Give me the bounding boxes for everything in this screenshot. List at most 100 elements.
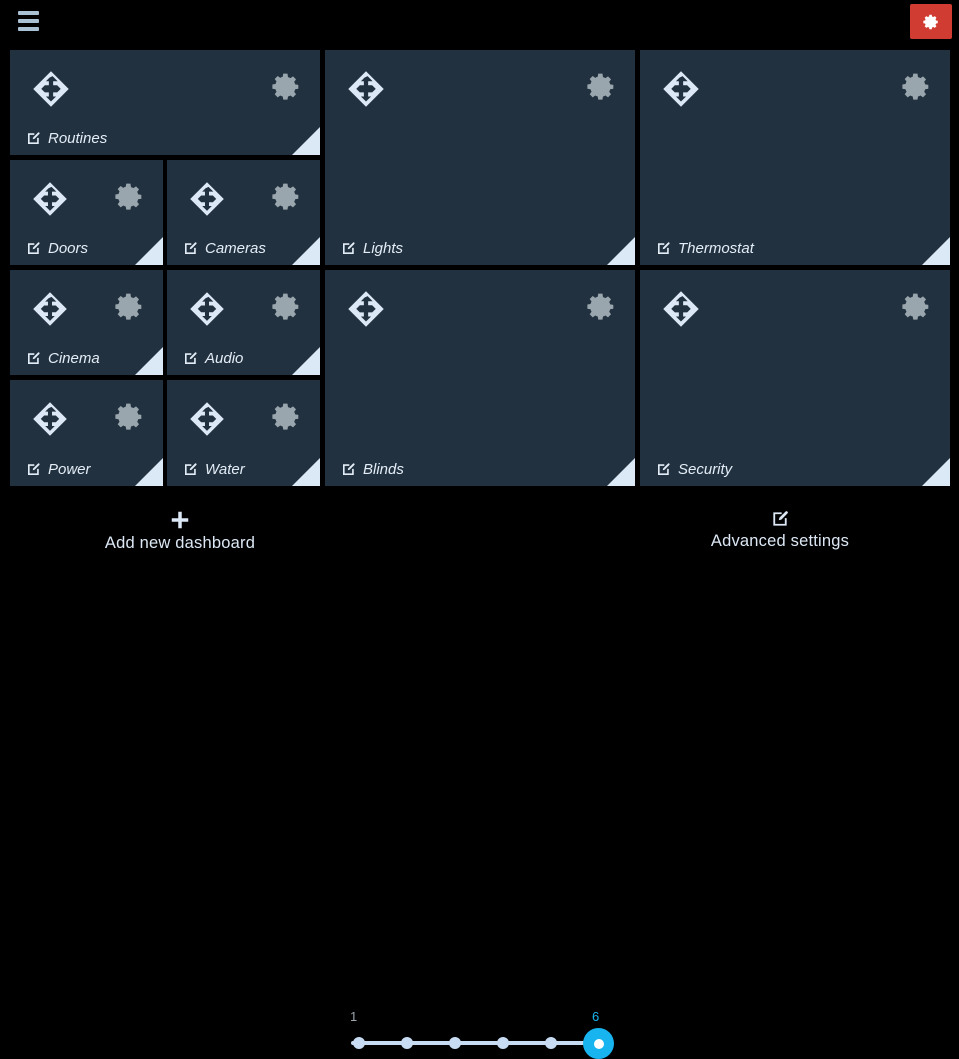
pen-to-square-icon <box>658 463 670 475</box>
tile-resize-handle[interactable] <box>292 127 320 155</box>
gear-icon <box>272 73 299 100</box>
global-settings-button[interactable] <box>910 4 952 39</box>
tile-move-handle[interactable] <box>32 291 68 327</box>
dashboard-tile[interactable]: Cinema <box>10 270 163 375</box>
tile-move-handle[interactable] <box>32 181 68 217</box>
slider-current-value-label: 6 <box>592 1009 600 1024</box>
move-arrows-icon <box>663 291 699 327</box>
add-new-dashboard-button[interactable]: Add new dashboard <box>80 509 280 553</box>
pen-to-square-icon <box>658 242 670 254</box>
tile-label[interactable]: Cinema <box>26 350 100 367</box>
tile-label[interactable]: Routines <box>26 130 107 147</box>
pen-to-square-icon <box>185 242 197 254</box>
dashboard-tile[interactable]: Routines <box>10 50 320 155</box>
advanced-settings-button[interactable]: Advanced settings <box>680 509 880 551</box>
gear-icon <box>587 293 614 320</box>
tile-resize-handle[interactable] <box>135 458 163 486</box>
dashboard-tile[interactable]: Cameras <box>167 160 320 265</box>
tile-move-handle[interactable] <box>662 290 700 328</box>
dashboard-tile[interactable]: Lights <box>325 50 635 265</box>
dashboard-tile[interactable]: Doors <box>10 160 163 265</box>
slider-min-label: 1 <box>350 1009 358 1024</box>
tile-move-handle[interactable] <box>32 70 70 108</box>
move-arrows-icon <box>33 292 67 326</box>
add-new-dashboard-label: Add new dashboard <box>104 534 256 552</box>
tile-move-handle[interactable] <box>189 401 225 437</box>
tile-label[interactable]: Doors <box>26 240 88 257</box>
dashboard-editor-screen: Routines Lights Thermostat Doors Cameras Cine… <box>0 0 959 1059</box>
tile-move-handle[interactable] <box>347 70 385 108</box>
slider-stop-2[interactable] <box>401 1037 413 1049</box>
tile-resize-handle[interactable] <box>607 237 635 265</box>
tile-settings-button[interactable] <box>111 290 145 324</box>
dashboard-tile[interactable]: Audio <box>167 270 320 375</box>
tile-settings-button[interactable] <box>111 180 145 214</box>
gear-icon <box>923 14 938 29</box>
dashboard-tile[interactable]: Thermostat <box>640 50 950 265</box>
tile-resize-handle[interactable] <box>922 237 950 265</box>
tile-label-text: Cameras <box>205 240 266 257</box>
tile-label[interactable]: Security <box>656 461 732 478</box>
slider-stop-4[interactable] <box>497 1037 509 1049</box>
tile-settings-button[interactable] <box>268 290 302 324</box>
gear-icon <box>587 73 614 100</box>
tile-resize-handle[interactable] <box>922 458 950 486</box>
slider-stop-3[interactable] <box>449 1037 461 1049</box>
gear-icon <box>272 293 299 320</box>
tile-resize-handle[interactable] <box>292 237 320 265</box>
gear-icon <box>272 183 299 210</box>
dashboard-count-slider[interactable]: 1 6 <box>345 1009 615 1059</box>
tile-settings-button[interactable] <box>898 70 932 104</box>
dashboard-tile[interactable]: Water <box>167 380 320 486</box>
tile-settings-button[interactable] <box>583 290 617 324</box>
tile-settings-button[interactable] <box>268 180 302 214</box>
tile-resize-handle[interactable] <box>292 458 320 486</box>
tile-move-handle[interactable] <box>32 401 68 437</box>
dashboard-tile[interactable]: Blinds <box>325 270 635 486</box>
slider-stop-1[interactable] <box>353 1037 365 1049</box>
pen-to-square-icon <box>773 511 788 526</box>
move-arrows-icon <box>190 402 224 436</box>
pen-to-square-icon <box>28 352 40 364</box>
tile-move-handle[interactable] <box>347 290 385 328</box>
hamburger-menu-icon[interactable] <box>18 11 39 31</box>
gear-icon <box>115 293 142 320</box>
tile-label[interactable]: Power <box>26 461 91 478</box>
tile-label[interactable]: Thermostat <box>656 240 754 257</box>
tile-move-handle[interactable] <box>662 70 700 108</box>
tile-settings-button[interactable] <box>111 400 145 434</box>
tile-label[interactable]: Lights <box>341 240 403 257</box>
tile-label-text: Cinema <box>48 350 100 367</box>
dashboard-tile[interactable]: Security <box>640 270 950 486</box>
tile-resize-handle[interactable] <box>292 347 320 375</box>
tile-label[interactable]: Audio <box>183 350 243 367</box>
hamburger-bar <box>18 27 39 31</box>
pen-to-square-icon <box>185 352 197 364</box>
dashboard-tile[interactable]: Power <box>10 380 163 486</box>
pen-to-square-icon <box>343 242 355 254</box>
slider-track[interactable] <box>351 1041 601 1045</box>
tile-label-text: Thermostat <box>678 240 754 257</box>
tile-label[interactable]: Cameras <box>183 240 266 257</box>
slider-handle[interactable] <box>583 1028 614 1059</box>
tile-settings-button[interactable] <box>583 70 617 104</box>
tile-settings-button[interactable] <box>268 400 302 434</box>
move-arrows-icon <box>663 71 699 107</box>
tile-resize-handle[interactable] <box>135 347 163 375</box>
tile-move-handle[interactable] <box>189 291 225 327</box>
tile-label[interactable]: Water <box>183 461 245 478</box>
tile-resize-handle[interactable] <box>135 237 163 265</box>
tile-settings-button[interactable] <box>268 70 302 104</box>
tile-label-text: Lights <box>363 240 404 257</box>
tile-label-text: Water <box>205 461 245 478</box>
tile-move-handle[interactable] <box>189 181 225 217</box>
tile-label[interactable]: Blinds <box>341 461 404 478</box>
pen-to-square-icon <box>28 132 40 144</box>
move-arrows-icon <box>33 182 67 216</box>
tile-settings-button[interactable] <box>898 290 932 324</box>
pen-to-square-icon <box>28 463 40 475</box>
tile-resize-handle[interactable] <box>607 458 635 486</box>
slider-stop-5[interactable] <box>545 1037 557 1049</box>
dashboard-tile-grid: Routines Lights Thermostat Doors Cameras Cine… <box>0 45 959 495</box>
pen-to-square-icon <box>185 463 197 475</box>
